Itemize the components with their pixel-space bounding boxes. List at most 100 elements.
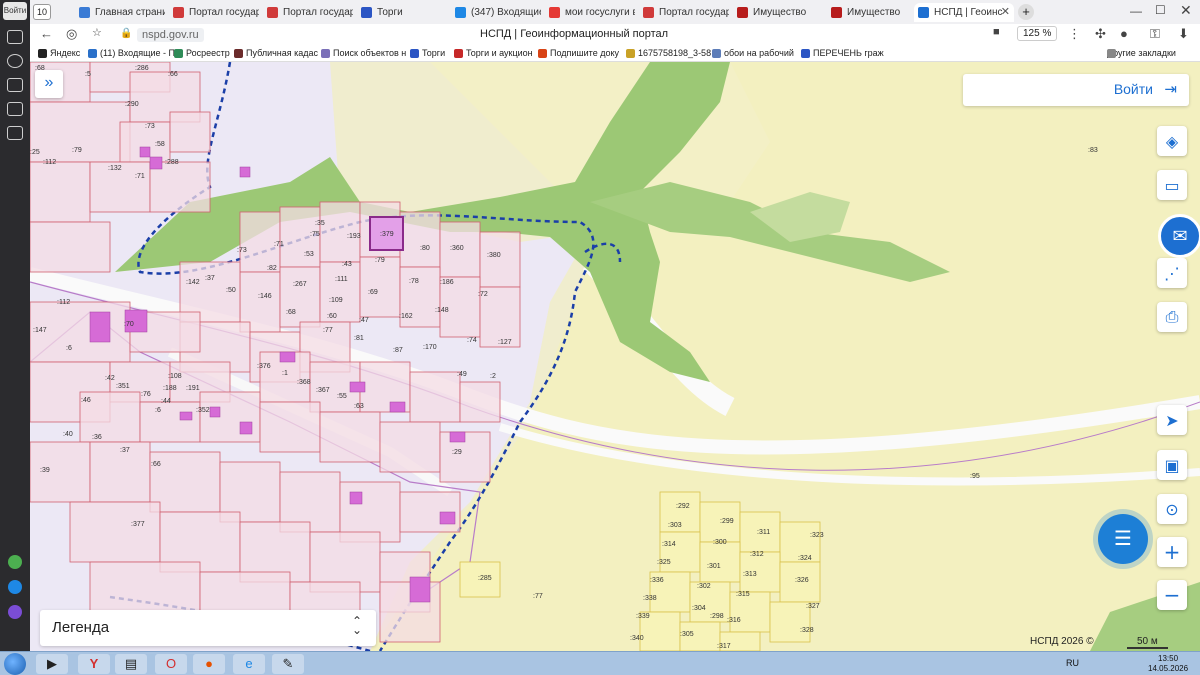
bookmark-item[interactable]: 1675758198_3-58 <box>626 48 711 58</box>
cadastral-label[interactable]: :299 <box>720 518 734 525</box>
cadastral-label[interactable]: :37 <box>120 447 130 454</box>
other-bookmarks[interactable]: Другие закладки <box>1107 48 1176 58</box>
language-indicator[interactable]: RU <box>1066 658 1079 668</box>
cadastral-label[interactable]: :317 <box>717 643 731 650</box>
locate-button[interactable]: ➤ <box>1157 405 1187 435</box>
bookmark-item[interactable]: Торги <box>410 48 445 58</box>
cadastral-label[interactable]: :328 <box>800 627 814 634</box>
cadastral-label[interactable]: :80 <box>420 245 430 252</box>
cadastral-label[interactable]: :76 <box>141 391 151 398</box>
cadastral-label[interactable]: :111 <box>335 276 348 283</box>
cadastral-label[interactable]: :339 <box>636 613 650 620</box>
zoom-indicator[interactable]: 125 % <box>1017 26 1058 41</box>
bookmark-item[interactable]: Поиск объектов н <box>321 48 406 58</box>
layers-button[interactable]: ◈ <box>1157 126 1187 156</box>
cadastral-label[interactable]: :79 <box>375 257 385 264</box>
bookmark-item[interactable]: Подпишите доку <box>538 48 619 58</box>
url-field[interactable]: nspd.gov.ru <box>137 28 204 42</box>
cadastral-label[interactable]: :58 <box>155 141 165 148</box>
land-parcel[interactable] <box>30 221 111 273</box>
cadastral-label[interactable]: :36 <box>92 434 102 441</box>
download-icon[interactable]: ⬇ <box>1178 26 1189 42</box>
clock[interactable]: 13:50 14.05.2026 <box>1148 654 1188 674</box>
downloads-icon[interactable] <box>7 78 23 92</box>
cadastral-label[interactable]: :193 <box>347 233 361 240</box>
cadastral-label[interactable]: :186 <box>440 279 454 286</box>
cadastral-label[interactable]: :311 <box>757 529 770 536</box>
land-parcel[interactable] <box>409 371 461 423</box>
media-player-icon[interactable]: ▶ <box>36 654 68 674</box>
minimap-button[interactable]: ▣ <box>1157 450 1187 480</box>
bookmark-item[interactable]: (11) Входящие - П <box>88 48 175 58</box>
cadastral-label[interactable]: :323 <box>810 532 824 539</box>
cadastral-label[interactable]: :1 <box>282 370 288 377</box>
land-parcel[interactable] <box>169 111 211 153</box>
chat-button[interactable]: ☰ <box>1098 514 1148 564</box>
cadastral-label[interactable]: :25 <box>30 149 40 156</box>
cadastral-label[interactable]: :188 <box>163 385 177 392</box>
back-icon[interactable]: ← <box>40 26 53 41</box>
cadastral-label[interactable]: :6 <box>155 407 161 414</box>
window-maximize-icon[interactable]: ☐ <box>1155 3 1166 17</box>
app-icon-green[interactable] <box>8 555 22 569</box>
cadastral-label[interactable]: :286 <box>135 65 149 72</box>
yandex-browser-icon[interactable]: Y <box>78 654 110 674</box>
login-badge[interactable]: Войти <box>3 2 27 20</box>
cadastral-label[interactable]: :39 <box>40 467 50 474</box>
bookmark-icon[interactable]: ■ <box>993 26 1000 38</box>
cadastral-label[interactable]: :314 <box>662 541 676 548</box>
ruler-button[interactable]: ▭ <box>1157 170 1187 200</box>
cadastral-label[interactable]: :380 <box>487 252 501 259</box>
cadastral-label[interactable]: :285 <box>478 575 492 582</box>
cadastral-label[interactable]: :304 <box>692 605 706 612</box>
cadastral-label[interactable]: :305 <box>680 631 694 638</box>
cadastral-label[interactable]: :147 <box>33 327 47 334</box>
land-parcel[interactable] <box>379 421 441 473</box>
land-parcel[interactable] <box>359 256 401 318</box>
browser-tab[interactable]: Портал государс <box>263 3 353 22</box>
cadastral-label[interactable]: :60 <box>327 313 337 320</box>
cadastral-label[interactable]: :49 <box>457 371 467 378</box>
window-minimize-icon[interactable]: — <box>1130 4 1142 18</box>
cadastral-label[interactable]: :324 <box>798 555 812 562</box>
cadastral-label[interactable]: :35 <box>315 220 325 227</box>
app-icon-purple[interactable] <box>8 605 22 619</box>
cadastral-label[interactable]: :46 <box>81 397 91 404</box>
cadastral-label[interactable]: :352 <box>196 407 210 414</box>
cadastral-label[interactable]: :108 <box>168 373 182 380</box>
land-parcel[interactable] <box>30 441 91 503</box>
cadastral-label[interactable]: :162 <box>399 313 413 320</box>
bookmark-item[interactable]: Торги и аукцион <box>454 48 533 58</box>
cadastral-label[interactable]: :376 <box>257 363 271 370</box>
cadastral-label[interactable]: :132 <box>108 165 122 172</box>
land-parcel[interactable] <box>149 161 211 213</box>
cadastral-label[interactable]: :338 <box>643 595 657 602</box>
cadastral-label[interactable]: :6 <box>66 345 72 352</box>
cadastral-label[interactable]: :29 <box>452 449 462 456</box>
cadastral-label[interactable]: :72 <box>478 291 488 298</box>
extensions-icon[interactable]: ✣ <box>1095 26 1106 42</box>
expand-panel-button[interactable]: » <box>35 70 63 98</box>
firefox-icon[interactable]: ● <box>193 654 225 674</box>
cadastral-label[interactable]: :73 <box>237 247 247 254</box>
cadastral-label[interactable]: :83 <box>1088 147 1098 154</box>
cadastral-label[interactable]: :301 <box>707 563 721 570</box>
cadastral-label[interactable]: :142 <box>186 279 200 286</box>
cadastral-label[interactable]: :267 <box>293 281 307 288</box>
cadastral-label[interactable]: :68 <box>286 309 296 316</box>
cadastral-label[interactable]: :170 <box>423 344 437 351</box>
cadastral-label[interactable]: :95 <box>970 473 980 480</box>
cadastral-label[interactable]: :44 <box>161 398 171 405</box>
cadastral-label[interactable]: :148 <box>435 307 449 314</box>
land-parcel[interactable] <box>479 231 521 288</box>
cadastral-label[interactable]: :63 <box>354 403 364 410</box>
land-parcel[interactable] <box>319 411 381 463</box>
cadastral-label[interactable]: :379 <box>380 231 394 238</box>
gosuslugi-bot-button[interactable]: ✉ <box>1158 214 1200 258</box>
bookmark-item[interactable]: обои на рабочий <box>712 48 794 58</box>
cadastral-label[interactable]: :290 <box>125 101 139 108</box>
browser-tab[interactable]: Торги <box>357 3 447 22</box>
cadastral-label[interactable]: :112 <box>43 159 56 166</box>
cadastral-label[interactable]: :298 <box>710 613 724 620</box>
cadastral-label[interactable]: :351 <box>116 383 130 390</box>
